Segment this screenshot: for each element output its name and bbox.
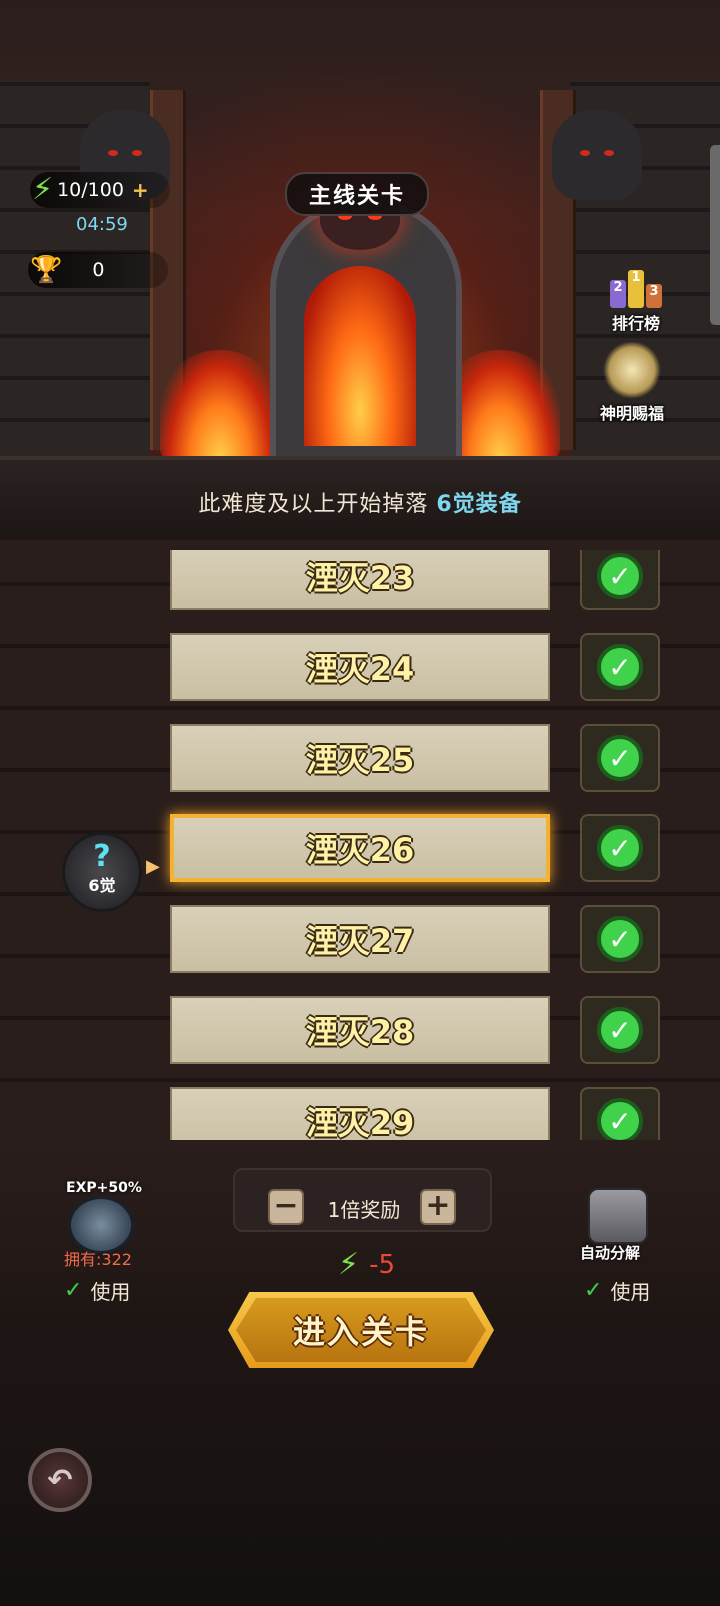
check-icon: ✓	[597, 735, 643, 781]
trophy-counter: 🏆 0	[28, 252, 168, 288]
stamina-value: 10/100	[57, 179, 124, 201]
ranking-button[interactable]: 2 1 3 排行榜	[596, 252, 676, 334]
check-icon: ✓	[597, 1098, 643, 1140]
chalice-icon	[602, 342, 662, 398]
awakening-drop-marker: ? 6觉	[62, 832, 142, 912]
lightning-bolt-icon: ⚡	[32, 172, 54, 207]
reward-multiplier-label: 1倍奖励	[327, 1198, 401, 1222]
podium-icon: 2 1 3	[606, 252, 666, 308]
check-icon: ✓	[597, 825, 643, 871]
check-icon: ✓	[597, 1007, 643, 1053]
cleared-badge: ✓	[580, 814, 660, 882]
level-button[interactable]: 湮灭28	[170, 996, 550, 1064]
owned-count: 拥有:322	[64, 1250, 132, 1269]
level-button[interactable]: 湮灭25	[170, 724, 550, 792]
stamina-cost: ⚡ -5	[336, 1247, 396, 1282]
check-icon: ✓	[64, 1278, 83, 1303]
flames-left	[160, 350, 280, 460]
armor-icon: ?	[93, 839, 111, 874]
use-exp-label: 使用	[90, 1280, 131, 1304]
use-decompose-toggle[interactable]: ✓ 使用	[584, 1276, 650, 1305]
exp-bonus-tag: EXP+50%	[66, 1180, 142, 1196]
check-icon: ✓	[597, 916, 643, 962]
level-row[interactable]: 湮灭23 ✓	[0, 550, 720, 614]
back-button[interactable]: ↶	[28, 1448, 92, 1512]
blessing-label: 神明赐福	[599, 404, 664, 423]
add-stamina-button[interactable]: +	[132, 178, 149, 202]
armor-recycle-icon[interactable]	[588, 1188, 648, 1244]
enter-stage-label: 进入关卡	[292, 1313, 429, 1351]
cleared-badge: ✓	[580, 724, 660, 792]
page-title: 主线关卡	[285, 172, 429, 216]
scroll-indicator[interactable]	[710, 145, 720, 325]
level-row[interactable]: 湮灭28 ✓	[0, 996, 720, 1068]
stamina-counter[interactable]: ⚡ 10/100 +	[30, 172, 170, 208]
lightning-bolt-icon: ⚡	[338, 1247, 360, 1282]
portal-fire	[304, 266, 416, 446]
level-button-selected[interactable]: 湮灭26	[170, 814, 550, 882]
level-row[interactable]: 湮灭27 ✓	[0, 905, 720, 977]
level-button[interactable]: 湮灭23	[170, 550, 550, 610]
drop-notice: 此难度及以上开始掉落 6觉装备	[198, 492, 522, 517]
gargoyle-statue	[552, 110, 642, 200]
level-row[interactable]: 湮灭24 ✓	[0, 633, 720, 705]
stamina-timer: 04:59	[76, 214, 128, 235]
decrease-multiplier-button[interactable]: −	[268, 1189, 304, 1225]
blessing-button[interactable]: 神明赐福	[592, 342, 672, 424]
enter-stage-button[interactable]: 进入关卡	[228, 1292, 494, 1368]
auto-decompose-label: 自动分解	[580, 1244, 641, 1262]
cleared-badge: ✓	[580, 1087, 660, 1140]
cleared-badge: ✓	[580, 996, 660, 1064]
level-button[interactable]: 湮灭29	[170, 1087, 550, 1140]
cleared-badge: ✓	[580, 633, 660, 701]
marker-label: 6觉	[88, 876, 116, 895]
use-exp-toggle[interactable]: ✓ 使用	[64, 1276, 130, 1305]
level-button[interactable]: 湮灭24	[170, 633, 550, 701]
ranking-label: 排行榜	[611, 314, 660, 333]
back-arrow-icon: ↶	[47, 1462, 73, 1498]
pointer-arrow-icon: ▶	[146, 856, 160, 877]
check-icon: ✓	[584, 1278, 603, 1303]
level-row[interactable]: 湮灭25 ✓	[0, 724, 720, 796]
increase-multiplier-button[interactable]: +	[420, 1189, 456, 1225]
check-icon: ✓	[597, 644, 643, 690]
use-decompose-label: 使用	[610, 1280, 651, 1304]
cleared-badge: ✓	[580, 905, 660, 973]
check-icon: ✓	[597, 553, 643, 599]
trophy-icon: 🏆	[30, 255, 63, 285]
trophy-count: 0	[92, 259, 105, 281]
level-row[interactable]: 湮灭29 ✓	[0, 1087, 720, 1140]
cleared-badge: ✓	[580, 550, 660, 610]
level-button[interactable]: 湮灭27	[170, 905, 550, 973]
cost-value: -5	[369, 1250, 396, 1280]
